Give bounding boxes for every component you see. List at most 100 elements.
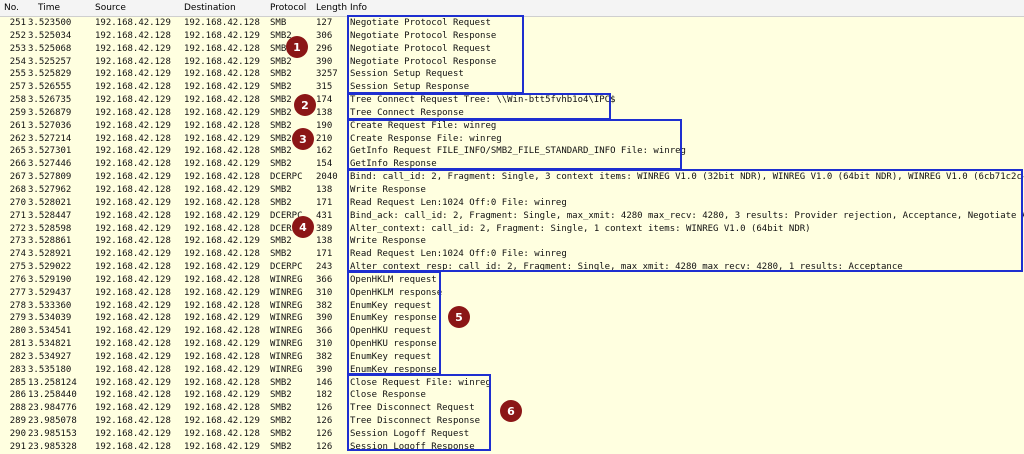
cell-source: 192.168.42.128: [95, 56, 171, 67]
cell-no: 261: [9, 120, 26, 131]
packet-row[interactable]: 257 3.526555 192.168.42.128 192.168.42.129 S…: [0, 81, 1024, 94]
cell-no: 251: [9, 18, 26, 28]
cell-protocol: SMB2: [270, 403, 292, 414]
cell-source: 192.168.42.128: [95, 441, 171, 452]
packet-row[interactable]: 272 3.528598 192.168.42.129 192.168.42.128 D…: [0, 223, 1024, 236]
packet-row[interactable]: 271 3.528447 192.168.42.128 192.168.42.129 D…: [0, 210, 1024, 223]
cell-protocol: SMB2: [270, 133, 292, 144]
packet-row[interactable]: 279 3.534039 192.168.42.128 192.168.42.129 W…: [0, 312, 1024, 325]
packet-row[interactable]: 268 3.527962 192.168.42.128 192.168.42.129 S…: [0, 184, 1024, 197]
cell-destination: 192.168.42.129: [184, 339, 260, 350]
cell-source: 192.168.42.128: [95, 287, 171, 298]
col-header-time[interactable]: Time: [38, 3, 60, 13]
cell-time: 3.534039: [28, 313, 72, 324]
cell-destination: 192.168.42.128: [184, 249, 260, 260]
cell-no: 258: [9, 95, 26, 106]
cell-time: 3.535180: [28, 364, 72, 375]
cell-length: 138: [316, 236, 333, 247]
packet-row[interactable]: 283 3.535180 192.168.42.128 192.168.42.129 W…: [0, 364, 1024, 377]
cell-length: 154: [316, 159, 333, 170]
col-header-no[interactable]: No.: [4, 3, 19, 13]
col-header-protocol[interactable]: Protocol: [270, 3, 306, 13]
cell-destination: 192.168.42.129: [184, 82, 260, 93]
cell-no: 273: [9, 236, 26, 247]
cell-info: Session Setup Response: [350, 82, 470, 93]
col-header-destination[interactable]: Destination: [184, 3, 236, 13]
cell-protocol: SMB2: [270, 120, 292, 131]
packet-row[interactable]: 282 3.534927 192.168.42.129 192.168.42.128 W…: [0, 351, 1024, 364]
cell-source: 192.168.42.128: [95, 107, 171, 118]
cell-source: 192.168.42.129: [95, 429, 171, 439]
cell-protocol: WINREG: [270, 313, 303, 324]
cell-info: Tree Disconnect Response: [350, 416, 481, 427]
cell-info: OpenHKLM response: [350, 287, 443, 298]
cell-source: 192.168.42.128: [95, 416, 171, 427]
cell-length: 138: [316, 184, 333, 195]
cell-info: EnumKey request: [350, 351, 432, 362]
packet-row[interactable]: 285 13.258124 192.168.42.129 192.168.42.128…: [0, 377, 1024, 390]
packet-row[interactable]: 291 23.985328 192.168.42.128 192.168.42.129…: [0, 441, 1024, 454]
cell-length: 382: [316, 300, 333, 311]
packet-row[interactable]: 281 3.534821 192.168.42.128 192.168.42.129 W…: [0, 338, 1024, 351]
packet-row[interactable]: 265 3.527301 192.168.42.129 192.168.42.128 S…: [0, 145, 1024, 158]
cell-length: 126: [316, 441, 333, 452]
packet-row[interactable]: 270 3.528021 192.168.42.129 192.168.42.128 S…: [0, 197, 1024, 210]
packet-row[interactable]: 266 3.527446 192.168.42.128 192.168.42.129 S…: [0, 158, 1024, 171]
cell-destination: 192.168.42.128: [184, 120, 260, 131]
cell-protocol: WINREG: [270, 274, 303, 285]
cell-destination: 192.168.42.129: [184, 441, 260, 452]
col-header-info[interactable]: Info: [350, 3, 367, 13]
cell-no: 289: [9, 416, 26, 427]
packet-row[interactable]: 259 3.526879 192.168.42.128 192.168.42.129 S…: [0, 107, 1024, 120]
cell-no: 265: [9, 146, 26, 157]
cell-destination: 192.168.42.128: [184, 403, 260, 414]
cell-time: 3.528021: [28, 197, 72, 208]
cell-info: OpenHKU request: [350, 326, 432, 337]
cell-destination: 192.168.42.129: [184, 416, 260, 427]
packet-row[interactable]: 273 3.528861 192.168.42.128 192.168.42.129 S…: [0, 235, 1024, 248]
packet-row[interactable]: 254 3.525257 192.168.42.128 192.168.42.129 S…: [0, 56, 1024, 69]
col-header-source[interactable]: Source: [95, 3, 126, 13]
cell-time: 23.984776: [28, 403, 77, 414]
cell-destination: 192.168.42.128: [184, 43, 260, 54]
packet-row[interactable]: 276 3.529190 192.168.42.129 192.168.42.128 W…: [0, 274, 1024, 287]
cell-length: 315: [316, 82, 333, 93]
packet-row[interactable]: 280 3.534541 192.168.42.129 192.168.42.128 W…: [0, 325, 1024, 338]
cell-no: 257: [9, 82, 26, 93]
packet-row[interactable]: 290 23.985153 192.168.42.129 192.168.42.128…: [0, 428, 1024, 441]
packet-row[interactable]: 274 3.528921 192.168.42.129 192.168.42.128 S…: [0, 248, 1024, 261]
packet-row[interactable]: 267 3.527809 192.168.42.129 192.168.42.128 D…: [0, 171, 1024, 184]
packet-row[interactable]: 278 3.533360 192.168.42.129 192.168.42.128 W…: [0, 300, 1024, 313]
packet-row[interactable]: 262 3.527214 192.168.42.128 192.168.42.129 S…: [0, 133, 1024, 146]
cell-protocol: WINREG: [270, 326, 303, 337]
cell-no: 262: [9, 133, 26, 144]
packet-row[interactable]: 255 3.525829 192.168.42.129 192.168.42.128 S…: [0, 68, 1024, 81]
cell-destination: 192.168.42.128: [184, 197, 260, 208]
cell-no: 285: [9, 377, 26, 388]
cell-info: Negotiate Protocol Response: [350, 30, 497, 41]
packet-row[interactable]: 251 3.523500 192.168.42.129 192.168.42.128 S…: [0, 17, 1024, 30]
cell-no: 278: [9, 300, 26, 311]
cell-protocol: DCERPC: [270, 172, 303, 183]
cell-no: 286: [9, 390, 26, 401]
packet-row[interactable]: 277 3.529437 192.168.42.128 192.168.42.129 W…: [0, 287, 1024, 300]
cell-no: 252: [9, 30, 26, 41]
cell-source: 192.168.42.129: [95, 300, 171, 311]
cell-source: 192.168.42.129: [95, 403, 171, 414]
cell-info: Tree Connect Response: [350, 107, 464, 118]
cell-destination: 192.168.42.128: [184, 300, 260, 311]
cell-protocol: SMB: [270, 18, 287, 28]
cell-length: 126: [316, 416, 333, 427]
packet-row[interactable]: 252 3.525034 192.168.42.128 192.168.42.129 S…: [0, 30, 1024, 43]
cell-no: 280: [9, 326, 26, 337]
packet-row[interactable]: 253 3.525068 192.168.42.129 192.168.42.128 S…: [0, 43, 1024, 56]
packet-row[interactable]: 258 3.526735 192.168.42.129 192.168.42.128 S…: [0, 94, 1024, 107]
cell-length: 306: [316, 30, 333, 41]
col-header-length[interactable]: Length: [316, 3, 347, 13]
cell-no: 259: [9, 107, 26, 118]
packet-row[interactable]: 261 3.527036 192.168.42.129 192.168.42.128 S…: [0, 120, 1024, 133]
cell-no: 276: [9, 274, 26, 285]
cell-destination: 192.168.42.128: [184, 172, 260, 183]
cell-destination: 192.168.42.129: [184, 313, 260, 324]
packet-row[interactable]: 275 3.529022 192.168.42.128 192.168.42.129 D…: [0, 261, 1024, 274]
